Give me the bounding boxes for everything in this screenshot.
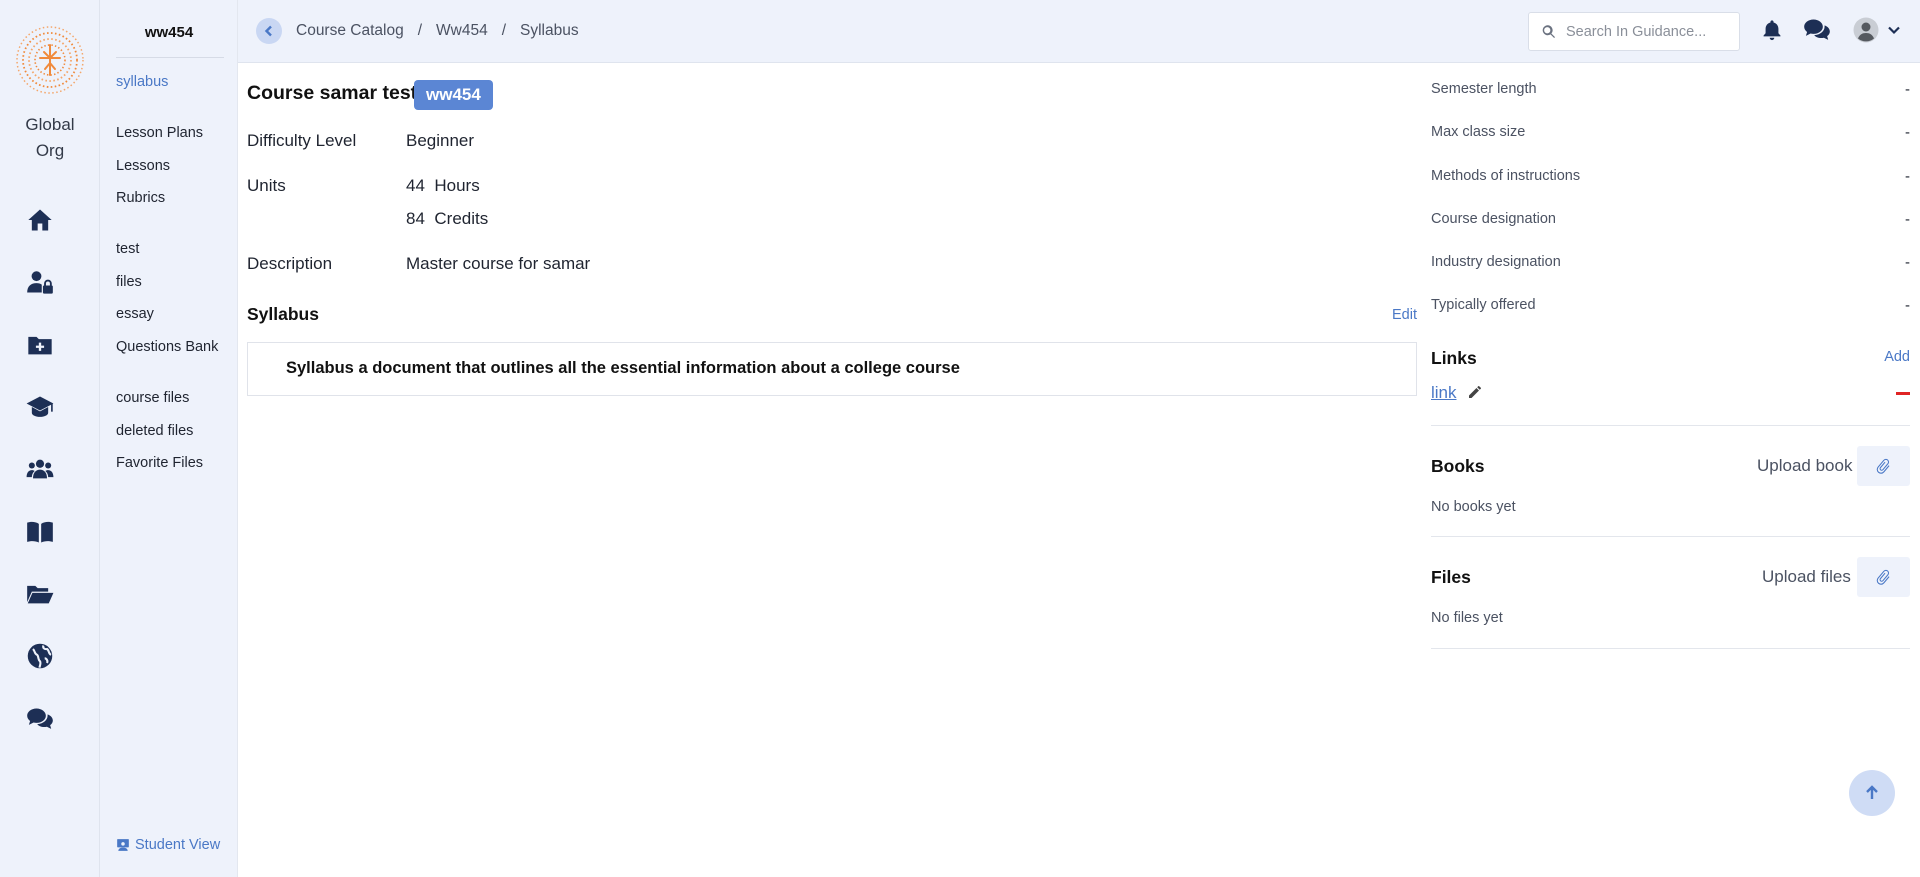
folder-plus-icon[interactable]	[24, 329, 56, 361]
max-class-size-value: -	[1905, 124, 1910, 141]
add-link-button[interactable]: Add	[1884, 349, 1910, 365]
arrow-up-icon	[1866, 785, 1878, 799]
upload-book-label: Upload book	[1757, 456, 1853, 475]
typically-offered-label: Typically offered	[1431, 297, 1536, 313]
subnav-item-essay[interactable]: essay	[116, 306, 154, 322]
methods-of-instructions-value: -	[1905, 168, 1910, 185]
files-divider	[1431, 648, 1910, 649]
globe-icon[interactable]	[24, 640, 56, 672]
user-menu[interactable]	[1850, 14, 1904, 46]
org-name-line2: Org	[35, 141, 65, 160]
credits-value: 84 Credits	[406, 209, 488, 229]
edit-syllabus-button[interactable]: Edit	[1392, 307, 1417, 323]
industry-designation-value: -	[1905, 254, 1910, 271]
student-icon	[117, 839, 129, 851]
methods-of-instructions-label: Methods of instructions	[1431, 168, 1581, 184]
home-icon[interactable]	[24, 204, 56, 236]
scroll-to-top-button[interactable]	[1849, 770, 1895, 816]
back-button[interactable]	[256, 18, 282, 44]
graduation-cap-icon[interactable]	[24, 391, 56, 423]
folder-open-icon[interactable]	[24, 578, 56, 610]
edit-link-pencil-icon[interactable]	[1467, 384, 1483, 400]
upload-files-button[interactable]	[1857, 557, 1910, 597]
chat-icon[interactable]	[24, 703, 56, 735]
difficulty-label: Difficulty Level	[247, 131, 357, 150]
org-name: Global Org	[0, 112, 100, 164]
messages-icon[interactable]	[1800, 14, 1834, 46]
hours-unit: Hours	[434, 176, 480, 195]
book-open-icon[interactable]	[24, 516, 56, 548]
syllabus-title: Syllabus	[247, 304, 319, 324]
search-input[interactable]	[1566, 23, 1726, 40]
breadcrumb-course-catalog[interactable]: Course Catalog	[296, 22, 404, 40]
industry-designation-label: Industry designation	[1431, 254, 1561, 270]
org-name-line1: Global	[25, 115, 75, 134]
course-subnav: ww454 syllabus Lesson Plans Lessons Rubr…	[100, 0, 238, 877]
subnav-item-rubrics[interactable]: Rubrics	[116, 190, 165, 206]
org-logo-icon[interactable]	[15, 25, 85, 95]
books-divider	[1431, 536, 1910, 537]
search-icon	[1542, 25, 1555, 38]
links-title: Links	[1431, 348, 1477, 368]
upload-files-label: Upload files	[1762, 567, 1851, 586]
credits-number: 84	[406, 209, 425, 228]
bell-icon[interactable]	[1758, 14, 1786, 46]
student-view-label: Student View	[135, 837, 221, 853]
links-divider	[1431, 425, 1910, 426]
course-designation-label: Course designation	[1431, 211, 1556, 227]
description-value: Master course for samar	[406, 254, 591, 273]
course-designation-value: -	[1905, 211, 1910, 228]
subnav-item-deleted-files[interactable]: deleted files	[116, 423, 193, 439]
subnav-item-questions-bank[interactable]: Questions Bank	[116, 339, 218, 355]
difficulty-value: Beginner	[406, 131, 475, 150]
books-empty-text: No books yet	[1431, 499, 1516, 515]
description-label: Description	[247, 254, 333, 273]
search-box	[1528, 12, 1740, 51]
subnav-item-course-files[interactable]: course files	[116, 390, 189, 406]
subnav-divider	[116, 57, 224, 58]
chevron-left-icon	[264, 25, 272, 37]
breadcrumb-current: Syllabus	[520, 22, 579, 39]
icon-rail: Global Org	[0, 0, 100, 877]
subnav-item-syllabus[interactable]: syllabus	[116, 74, 168, 90]
files-title: Files	[1431, 567, 1471, 587]
paperclip-icon	[1876, 569, 1890, 585]
typically-offered-value: -	[1905, 297, 1910, 314]
syllabus-text: Syllabus a document that outlines all th…	[286, 359, 960, 377]
avatar	[1853, 17, 1879, 43]
subnav-item-test[interactable]: test	[116, 241, 139, 257]
credits-unit: Credits	[434, 209, 489, 228]
upload-book-button[interactable]	[1857, 446, 1910, 486]
student-view-link[interactable]: Student View	[116, 837, 220, 853]
files-empty-text: No files yet	[1431, 610, 1503, 626]
max-class-size-label: Max class size	[1431, 124, 1526, 140]
course-title: Course samar test	[247, 82, 418, 104]
course-code-badge: ww454	[414, 80, 493, 110]
users-icon[interactable]	[24, 453, 56, 485]
semester-length-label: Semester length	[1431, 81, 1537, 97]
paperclip-icon	[1876, 458, 1890, 474]
hours-number: 44	[406, 176, 425, 195]
breadcrumb: Course Catalog / Ww454 / Syllabus	[296, 22, 579, 40]
breadcrumb-course[interactable]: Ww454	[436, 22, 488, 40]
subnav-item-files[interactable]: files	[116, 274, 142, 290]
user-lock-icon[interactable]	[24, 266, 56, 298]
hours-value: 44 Hours	[406, 176, 480, 196]
subnav-item-lesson-plans[interactable]: Lesson Plans	[116, 125, 203, 141]
syllabus-content: Syllabus a document that outlines all th…	[247, 342, 1417, 396]
breadcrumb-separator: /	[417, 22, 423, 39]
course-link[interactable]: link	[1431, 383, 1457, 403]
books-title: Books	[1431, 456, 1485, 476]
top-header: Course Catalog / Ww454 / Syllabus	[238, 0, 1920, 63]
subnav-title: ww454	[144, 24, 194, 41]
subnav-item-favorite-files[interactable]: Favorite Files	[116, 455, 203, 471]
chevron-down-icon	[1888, 26, 1900, 35]
semester-length-value: -	[1905, 81, 1910, 98]
subnav-item-lessons[interactable]: Lessons	[116, 158, 170, 174]
remove-link-button[interactable]	[1896, 392, 1910, 395]
units-label: Units	[247, 176, 286, 195]
breadcrumb-separator: /	[501, 22, 507, 39]
